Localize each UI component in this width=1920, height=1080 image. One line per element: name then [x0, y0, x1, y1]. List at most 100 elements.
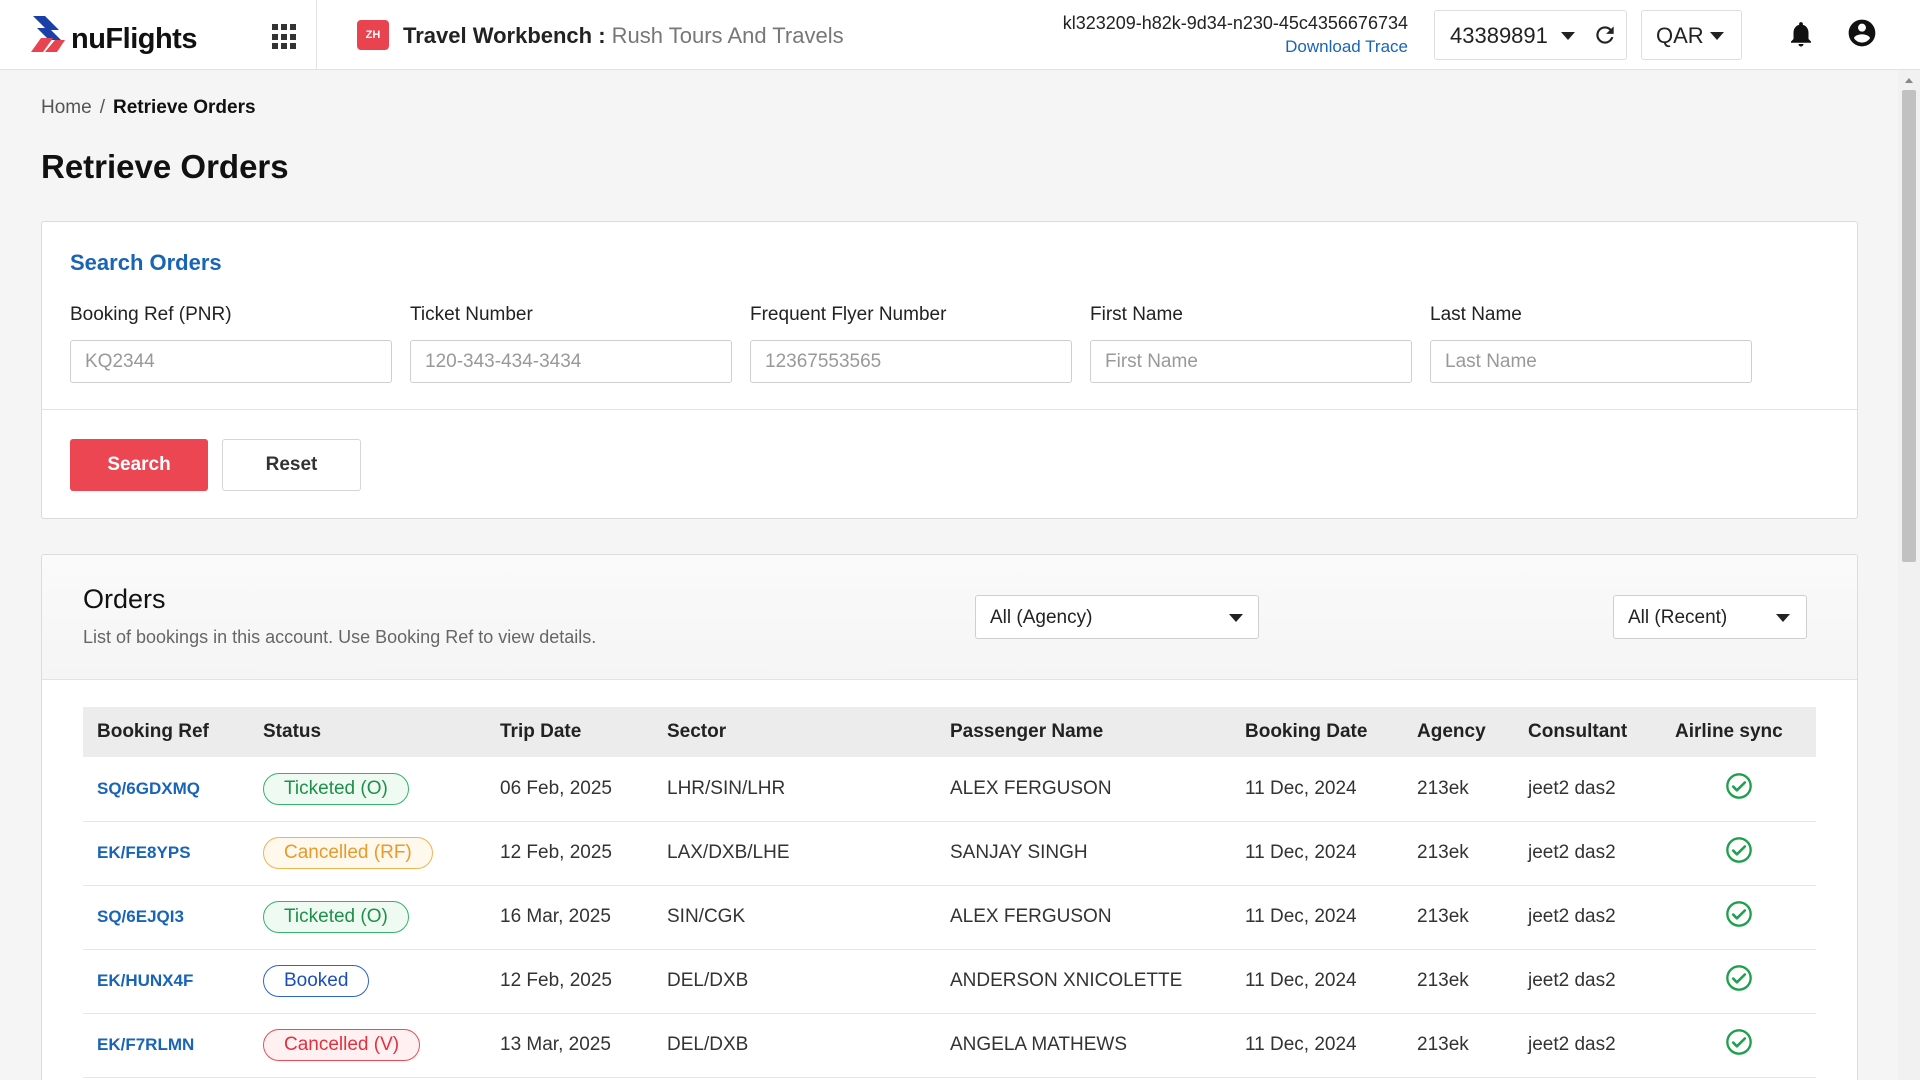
workbench-title: Travel Workbench : Rush Tours And Travel… — [403, 23, 844, 49]
search-orders-card: Search Orders Booking Ref (PNR) Ticket N… — [41, 221, 1858, 519]
col-airline-sync[interactable]: Airline sync — [1661, 707, 1816, 757]
passenger-name-cell: ANDERSON XNICOLETTE — [936, 949, 1231, 1014]
frequent-flyer-label: Frequent Flyer Number — [750, 304, 947, 325]
nuflights-logo-mark-icon — [31, 16, 65, 52]
bell-icon[interactable] — [1786, 17, 1816, 51]
scroll-up-icon[interactable] — [1905, 78, 1913, 83]
airline-sync-cell — [1661, 757, 1816, 822]
table-row: SQ/6GDXMQ Ticketed (O) 06 Feb, 2025 LHR/SIN… — [83, 757, 1816, 822]
scroll-thumb[interactable] — [1902, 90, 1916, 562]
reset-button[interactable]: Reset — [222, 439, 361, 491]
status-badge: Ticketed (O) — [263, 901, 409, 933]
col-booking-ref[interactable]: Booking Ref — [83, 707, 249, 757]
trip-date-cell: 16 Mar, 2025 — [486, 885, 653, 950]
breadcrumb-separator: / — [99, 97, 105, 118]
status-badge: Ticketed (O) — [263, 772, 409, 805]
ticket-number-input[interactable] — [410, 340, 732, 383]
chevron-down-icon[interactable] — [1561, 32, 1575, 40]
col-agency[interactable]: Agency — [1403, 707, 1514, 757]
page-scrollbar[interactable] — [1898, 70, 1920, 1080]
col-passenger-name[interactable]: Passenger Name — [936, 707, 1231, 757]
passenger-name-cell: SANJAY SINGH — [936, 821, 1231, 886]
booking-ref-cell: EK/F7RLMN — [83, 1013, 249, 1078]
booking-ref-link[interactable]: EK/F7RLMN — [97, 1035, 194, 1054]
booking-ref-input[interactable] — [70, 340, 392, 383]
booking-ref-cell: SQ/6GDXMQ — [83, 757, 249, 822]
col-sector[interactable]: Sector — [653, 707, 936, 757]
agency-cell: 213ek — [1403, 949, 1514, 1014]
workbench-title-label: Travel Workbench : — [403, 23, 606, 48]
user-icon[interactable] — [1846, 17, 1878, 49]
ticket-number-field: Ticket Number — [410, 304, 732, 383]
trip-date-cell: 06 Feb, 2025 — [486, 757, 653, 822]
col-consultant[interactable]: Consultant — [1514, 707, 1661, 757]
consultant-cell: jeet2 das2 — [1514, 949, 1661, 1014]
agency-filter-value: All (Agency) — [990, 607, 1093, 628]
airline-sync-cell — [1661, 1013, 1816, 1078]
refresh-icon[interactable] — [1592, 22, 1618, 48]
booking-ref-link[interactable]: SQ/6EJQI3 — [97, 907, 184, 926]
first-name-input[interactable] — [1090, 340, 1412, 383]
currency-selector[interactable]: QAR — [1641, 10, 1742, 60]
search-card-divider — [42, 409, 1857, 410]
check-circle-icon — [1726, 965, 1752, 991]
status-cell: Ticketed (O) — [249, 757, 486, 822]
chevron-down-icon — [1776, 614, 1790, 622]
search-orders-heading: Search Orders — [70, 250, 222, 275]
breadcrumb-home[interactable]: Home — [41, 97, 92, 118]
agency-cell: 213ek — [1403, 1013, 1514, 1078]
search-button[interactable]: Search — [70, 439, 208, 491]
agency-cell: 213ek — [1403, 757, 1514, 822]
check-circle-icon — [1726, 901, 1752, 927]
booking-ref-label: Booking Ref (PNR) — [70, 304, 232, 325]
agency-name: Rush Tours And Travels — [611, 23, 844, 48]
download-trace-link[interactable]: Download Trace — [1285, 37, 1408, 57]
status-badge: Cancelled (V) — [263, 1029, 421, 1061]
airline-sync-cell — [1661, 885, 1816, 950]
orders-subtitle: List of bookings in this account. Use Bo… — [83, 627, 597, 647]
booking-ref-link[interactable]: EK/HUNX4F — [97, 971, 193, 990]
booking-ref-link[interactable]: EK/FE8YPS — [97, 843, 191, 862]
currency-value: QAR — [1656, 23, 1704, 48]
sector-cell: LHR/SIN/LHR — [653, 757, 936, 822]
passenger-name-cell: ALEX FERGUSON — [936, 885, 1231, 950]
recent-filter-dropdown[interactable]: All (Recent) — [1613, 595, 1807, 639]
airline-sync-cell — [1661, 949, 1816, 1014]
table-row: SQ/6EJQI3 Ticketed (O) 16 Mar, 2025 SIN/CGK… — [83, 885, 1816, 950]
orders-title: Orders — [83, 584, 166, 614]
col-status[interactable]: Status — [249, 707, 486, 757]
table-header-row: Booking Ref Status Trip Date Sector Pass… — [83, 707, 1816, 757]
booking-date-cell: 11 Dec, 2024 — [1231, 949, 1403, 1014]
table-row: EK/FE8YPS Cancelled (RF) 12 Feb, 2025 LAX/D… — [83, 821, 1816, 886]
passenger-name-cell: ANGELA MATHEWS — [936, 1013, 1231, 1078]
last-name-field: Last Name — [1430, 304, 1752, 383]
col-trip-date[interactable]: Trip Date — [486, 707, 653, 757]
sector-cell: SIN/CGK — [653, 885, 936, 950]
ticket-number-label: Ticket Number — [410, 304, 533, 325]
airline-sync-cell — [1661, 821, 1816, 886]
trip-date-cell: 12 Feb, 2025 — [486, 949, 653, 1014]
consultant-cell: jeet2 das2 — [1514, 757, 1661, 822]
check-circle-icon — [1726, 772, 1752, 799]
table-row: EK/HUNX4F Booked 12 Feb, 2025 DEL/DXB ANDERS… — [83, 949, 1816, 1014]
status-cell: Cancelled (V) — [249, 1013, 486, 1078]
sector-cell: LAX/DXB/LHE — [653, 821, 936, 886]
booking-ref-link[interactable]: SQ/6GDXMQ — [97, 779, 200, 798]
trip-date-cell: 13 Mar, 2025 — [486, 1013, 653, 1078]
booking-date-cell: 11 Dec, 2024 — [1231, 757, 1403, 822]
account-number[interactable]: 43389891 — [1450, 23, 1548, 49]
check-circle-icon — [1726, 1029, 1752, 1055]
agency-filter-dropdown[interactable]: All (Agency) — [975, 595, 1259, 639]
col-booking-date[interactable]: Booking Date — [1231, 707, 1403, 757]
breadcrumb-current: Retrieve Orders — [112, 97, 256, 118]
frequent-flyer-input[interactable] — [750, 340, 1072, 383]
sector-cell: DEL/DXB — [653, 949, 936, 1014]
first-name-field: First Name — [1090, 304, 1412, 383]
grid-icon[interactable] — [268, 20, 302, 54]
status-cell: Ticketed (O) — [249, 885, 486, 950]
last-name-input[interactable] — [1430, 340, 1752, 383]
chevron-down-icon — [1229, 614, 1243, 622]
booking-ref-cell: SQ/6EJQI3 — [83, 885, 249, 950]
nuflights-logo[interactable]: nuFlights — [31, 14, 201, 58]
booking-ref-cell: EK/HUNX4F — [83, 949, 249, 1014]
